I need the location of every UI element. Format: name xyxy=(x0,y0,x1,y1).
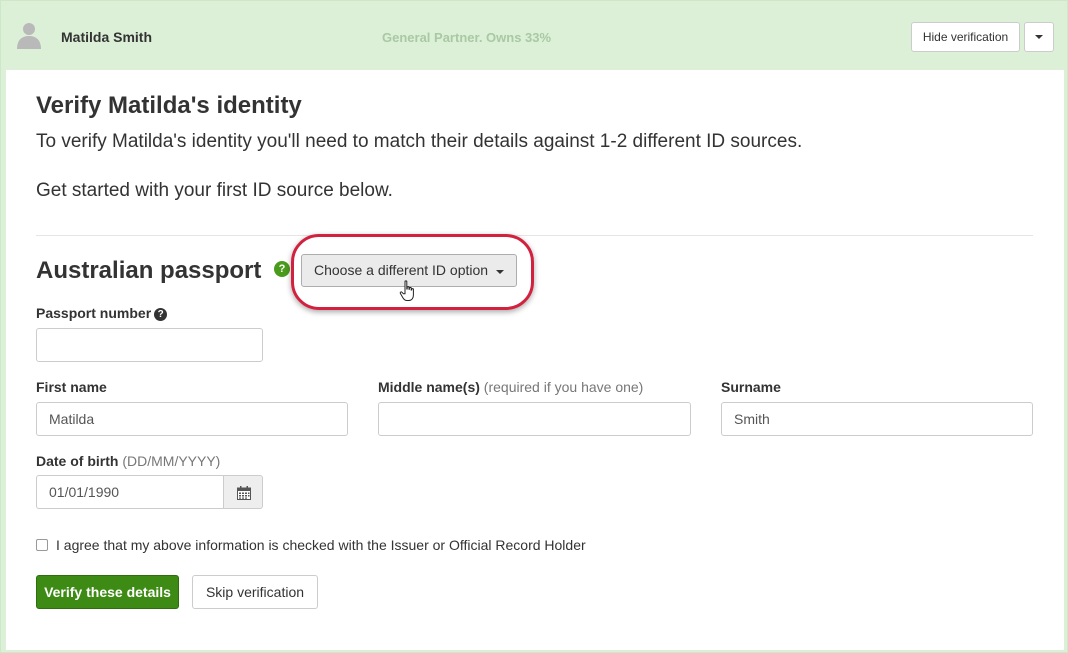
choose-id-option-label: Choose a different ID option xyxy=(314,262,489,278)
first-name-label: First name xyxy=(36,379,107,395)
dob-label: Date of birth (DD/MM/YYYY) xyxy=(36,453,220,469)
verification-card: Matilda Smith General Partner. Owns 33% … xyxy=(0,0,1068,653)
hand-pointer-icon xyxy=(399,280,414,301)
middle-name-hint: (required if you have one) xyxy=(483,379,644,395)
calendar-button[interactable] xyxy=(223,475,263,509)
verification-panel: Verify Matilda's identity To verify Mati… xyxy=(6,70,1064,650)
passport-number-input[interactable] xyxy=(36,328,263,362)
middle-name-input[interactable] xyxy=(378,402,691,436)
dob-field: 01/01/1990 xyxy=(36,475,263,509)
hide-verification-button[interactable]: Hide verification xyxy=(911,22,1020,52)
verify-details-button[interactable]: Verify these details xyxy=(36,575,179,609)
intro-text: To verify Matilda's identity you'll need… xyxy=(36,131,803,152)
surname-input[interactable]: Smith xyxy=(721,402,1033,436)
caret-down-icon xyxy=(1035,35,1043,39)
dob-label-text: Date of birth xyxy=(36,453,119,469)
get-started-text: Get started with your first ID source be… xyxy=(36,180,393,201)
help-icon[interactable]: ? xyxy=(154,308,168,321)
person-name: Matilda Smith xyxy=(61,29,153,45)
passport-number-label: Passport number? xyxy=(36,305,168,321)
first-name-input[interactable]: Matilda xyxy=(36,402,348,436)
calendar-icon xyxy=(237,486,251,500)
skip-verification-button[interactable]: Skip verification xyxy=(192,575,318,609)
dob-hint: (DD/MM/YYYY) xyxy=(122,453,221,469)
page-title: Verify Matilda's identity xyxy=(36,92,302,119)
passport-number-label-text: Passport number xyxy=(36,305,152,321)
middle-name-label: Middle name(s) (required if you have one… xyxy=(378,379,643,395)
agree-checkbox[interactable] xyxy=(36,539,48,551)
id-source-title: Australian passport xyxy=(36,257,262,284)
divider xyxy=(36,235,1033,236)
help-icon[interactable]: ? xyxy=(274,261,290,277)
dob-input[interactable]: 01/01/1990 xyxy=(36,475,224,509)
caret-down-icon xyxy=(496,270,504,274)
header-dropdown-button[interactable] xyxy=(1024,22,1054,52)
person-role: General Partner. Owns 33% xyxy=(382,30,552,45)
agree-text: I agree that my above information is che… xyxy=(56,537,586,553)
surname-label: Surname xyxy=(721,379,781,395)
person-avatar-icon xyxy=(17,23,41,49)
person-header: Matilda Smith General Partner. Owns 33% … xyxy=(1,1,1068,71)
middle-name-label-text: Middle name(s) xyxy=(378,379,480,395)
